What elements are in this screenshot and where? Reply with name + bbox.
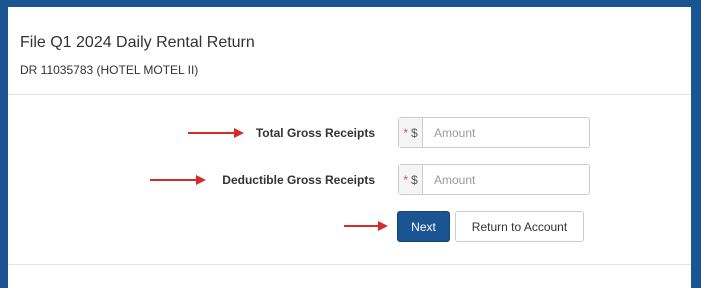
footer-divider	[8, 264, 691, 265]
account-subtitle: DR 11035783 (HOTEL MOTEL II)	[20, 63, 199, 77]
next-button[interactable]: Next	[397, 211, 450, 242]
deductible-gross-receipts-input[interactable]	[423, 165, 589, 194]
total-gross-receipts-label: Total Gross Receipts	[255, 126, 375, 140]
red-arrow-right-icon	[150, 175, 206, 185]
return-to-account-button[interactable]: Return to Account	[455, 211, 584, 242]
required-mark: *	[403, 125, 408, 140]
panel-header: File Q1 2024 Daily Rental Return DR 1103…	[8, 7, 691, 95]
page-title: File Q1 2024 Daily Rental Return	[20, 34, 255, 51]
currency-addon: * $	[399, 118, 423, 147]
deductible-gross-receipts-field: * $	[398, 164, 590, 195]
deductible-gross-receipts-label: Deductible Gross Receipts	[222, 173, 375, 187]
required-mark: *	[403, 172, 408, 187]
rental-return-panel: File Q1 2024 Daily Rental Return DR 1103…	[8, 7, 691, 288]
currency-symbol: $	[410, 172, 418, 187]
total-gross-receipts-input[interactable]	[423, 118, 589, 147]
total-gross-receipts-field: * $	[398, 117, 590, 148]
red-arrow-right-icon	[344, 221, 388, 231]
currency-symbol: $	[410, 125, 418, 140]
currency-addon: * $	[399, 165, 423, 194]
red-arrow-right-icon	[188, 128, 244, 138]
